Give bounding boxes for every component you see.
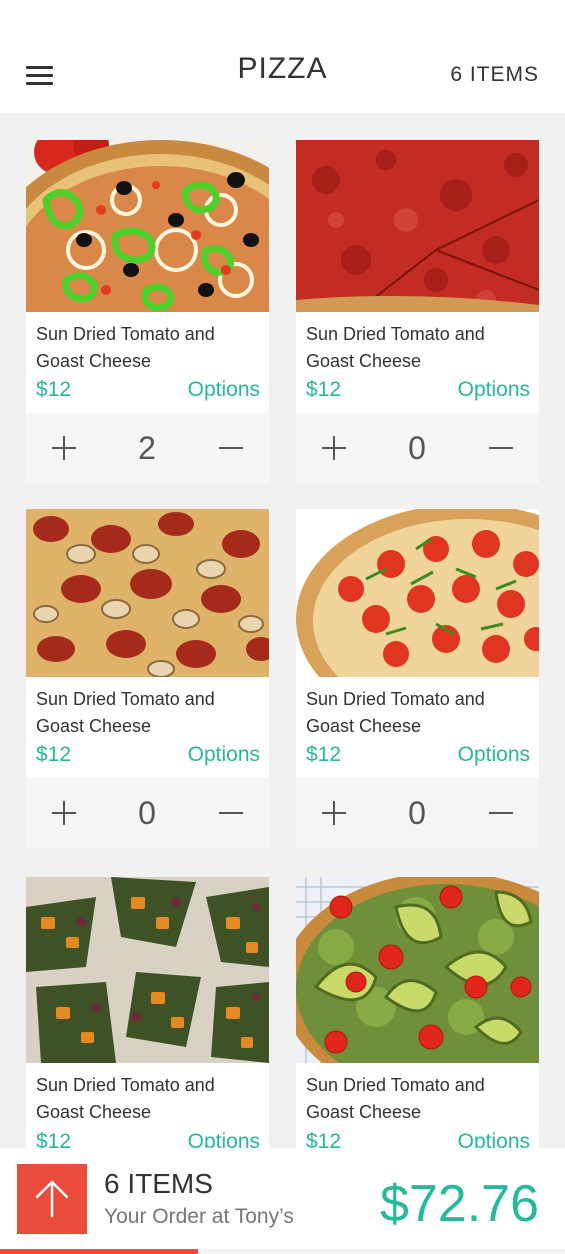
pepper-olive-pizza-photo xyxy=(26,140,269,312)
plus-icon[interactable] xyxy=(52,801,76,825)
order-progress-fill xyxy=(0,1249,198,1254)
app-header: PIZZA 6 ITEMS xyxy=(0,0,565,113)
pepperoni-mushroom-pizza-photo xyxy=(26,509,269,677)
quantity-stepper: 0 xyxy=(296,778,539,848)
quantity-value: 0 xyxy=(138,795,156,831)
plus-icon[interactable] xyxy=(322,436,346,460)
options-link[interactable]: Options xyxy=(458,1130,530,1148)
minus-icon[interactable] xyxy=(219,436,243,460)
minus-icon[interactable] xyxy=(489,436,513,460)
tomato-sauce-pizza-photo xyxy=(296,140,539,312)
arrow-up-icon xyxy=(35,1180,69,1218)
quantity-value: 0 xyxy=(408,795,426,831)
product-name: Sun Dried Tomato and Goast Cheese xyxy=(36,689,215,736)
quantity-stepper: 0 xyxy=(296,413,539,483)
roasted-squash-kale-pizza-photo xyxy=(26,877,269,1063)
minus-icon[interactable] xyxy=(489,801,513,825)
options-link[interactable]: Options xyxy=(458,743,530,767)
order-summary-bar[interactable]: 6 ITEMS Your Order at Tony’s $72.76 xyxy=(0,1148,565,1254)
options-link[interactable]: Options xyxy=(188,743,260,767)
product-price: $12 xyxy=(36,1130,72,1148)
product-price: $12 xyxy=(36,743,72,766)
product-card[interactable]: Sun Dried Tomato and Goast Cheese $12 Op… xyxy=(296,877,539,1148)
expand-order-button[interactable] xyxy=(17,1164,87,1234)
order-item-count: 6 ITEMS xyxy=(104,1168,213,1199)
header-item-count[interactable]: 6 ITEMS xyxy=(450,63,539,87)
avocado-tomato-pizza-photo xyxy=(296,877,539,1063)
quantity-value: 0 xyxy=(408,430,426,466)
product-name: Sun Dried Tomato and Goast Cheese xyxy=(36,324,215,371)
product-card[interactable]: Sun Dried Tomato and Goast Cheese $12 Op… xyxy=(296,509,539,848)
plus-icon[interactable] xyxy=(52,436,76,460)
plus-icon[interactable] xyxy=(322,801,346,825)
quantity-stepper: 0 xyxy=(26,778,269,848)
product-grid: Sun Dried Tomato and Goast Cheese $12 Op… xyxy=(0,113,565,1148)
product-card[interactable]: Sun Dried Tomato and Goast Cheese $12 Op… xyxy=(26,140,269,483)
product-price: $12 xyxy=(306,743,342,766)
product-name: Sun Dried Tomato and Goast Cheese xyxy=(306,1075,485,1122)
product-price: $12 xyxy=(306,1130,342,1148)
options-link[interactable]: Options xyxy=(188,1130,260,1148)
quantity-value: 2 xyxy=(138,430,156,466)
product-card[interactable]: Sun Dried Tomato and Goast Cheese $12 Op… xyxy=(26,509,269,848)
product-card[interactable]: Sun Dried Tomato and Goast Cheese $12 Op… xyxy=(296,140,539,483)
minus-icon[interactable] xyxy=(219,801,243,825)
product-name: Sun Dried Tomato and Goast Cheese xyxy=(306,689,485,736)
product-name: Sun Dried Tomato and Goast Cheese xyxy=(36,1075,215,1122)
product-price: $12 xyxy=(306,378,342,401)
options-link[interactable]: Options xyxy=(188,378,260,402)
order-subtitle: Your Order at Tony’s xyxy=(104,1205,294,1228)
options-link[interactable]: Options xyxy=(458,378,530,402)
order-progress-track xyxy=(0,1249,565,1254)
quantity-stepper: 2 xyxy=(26,413,269,483)
product-card[interactable]: Sun Dried Tomato and Goast Cheese $12 Op… xyxy=(26,877,269,1148)
tomato-basil-pizza-photo xyxy=(296,509,539,677)
order-total: $72.76 xyxy=(379,1175,539,1233)
product-name: Sun Dried Tomato and Goast Cheese xyxy=(306,324,485,371)
product-price: $12 xyxy=(36,378,72,401)
